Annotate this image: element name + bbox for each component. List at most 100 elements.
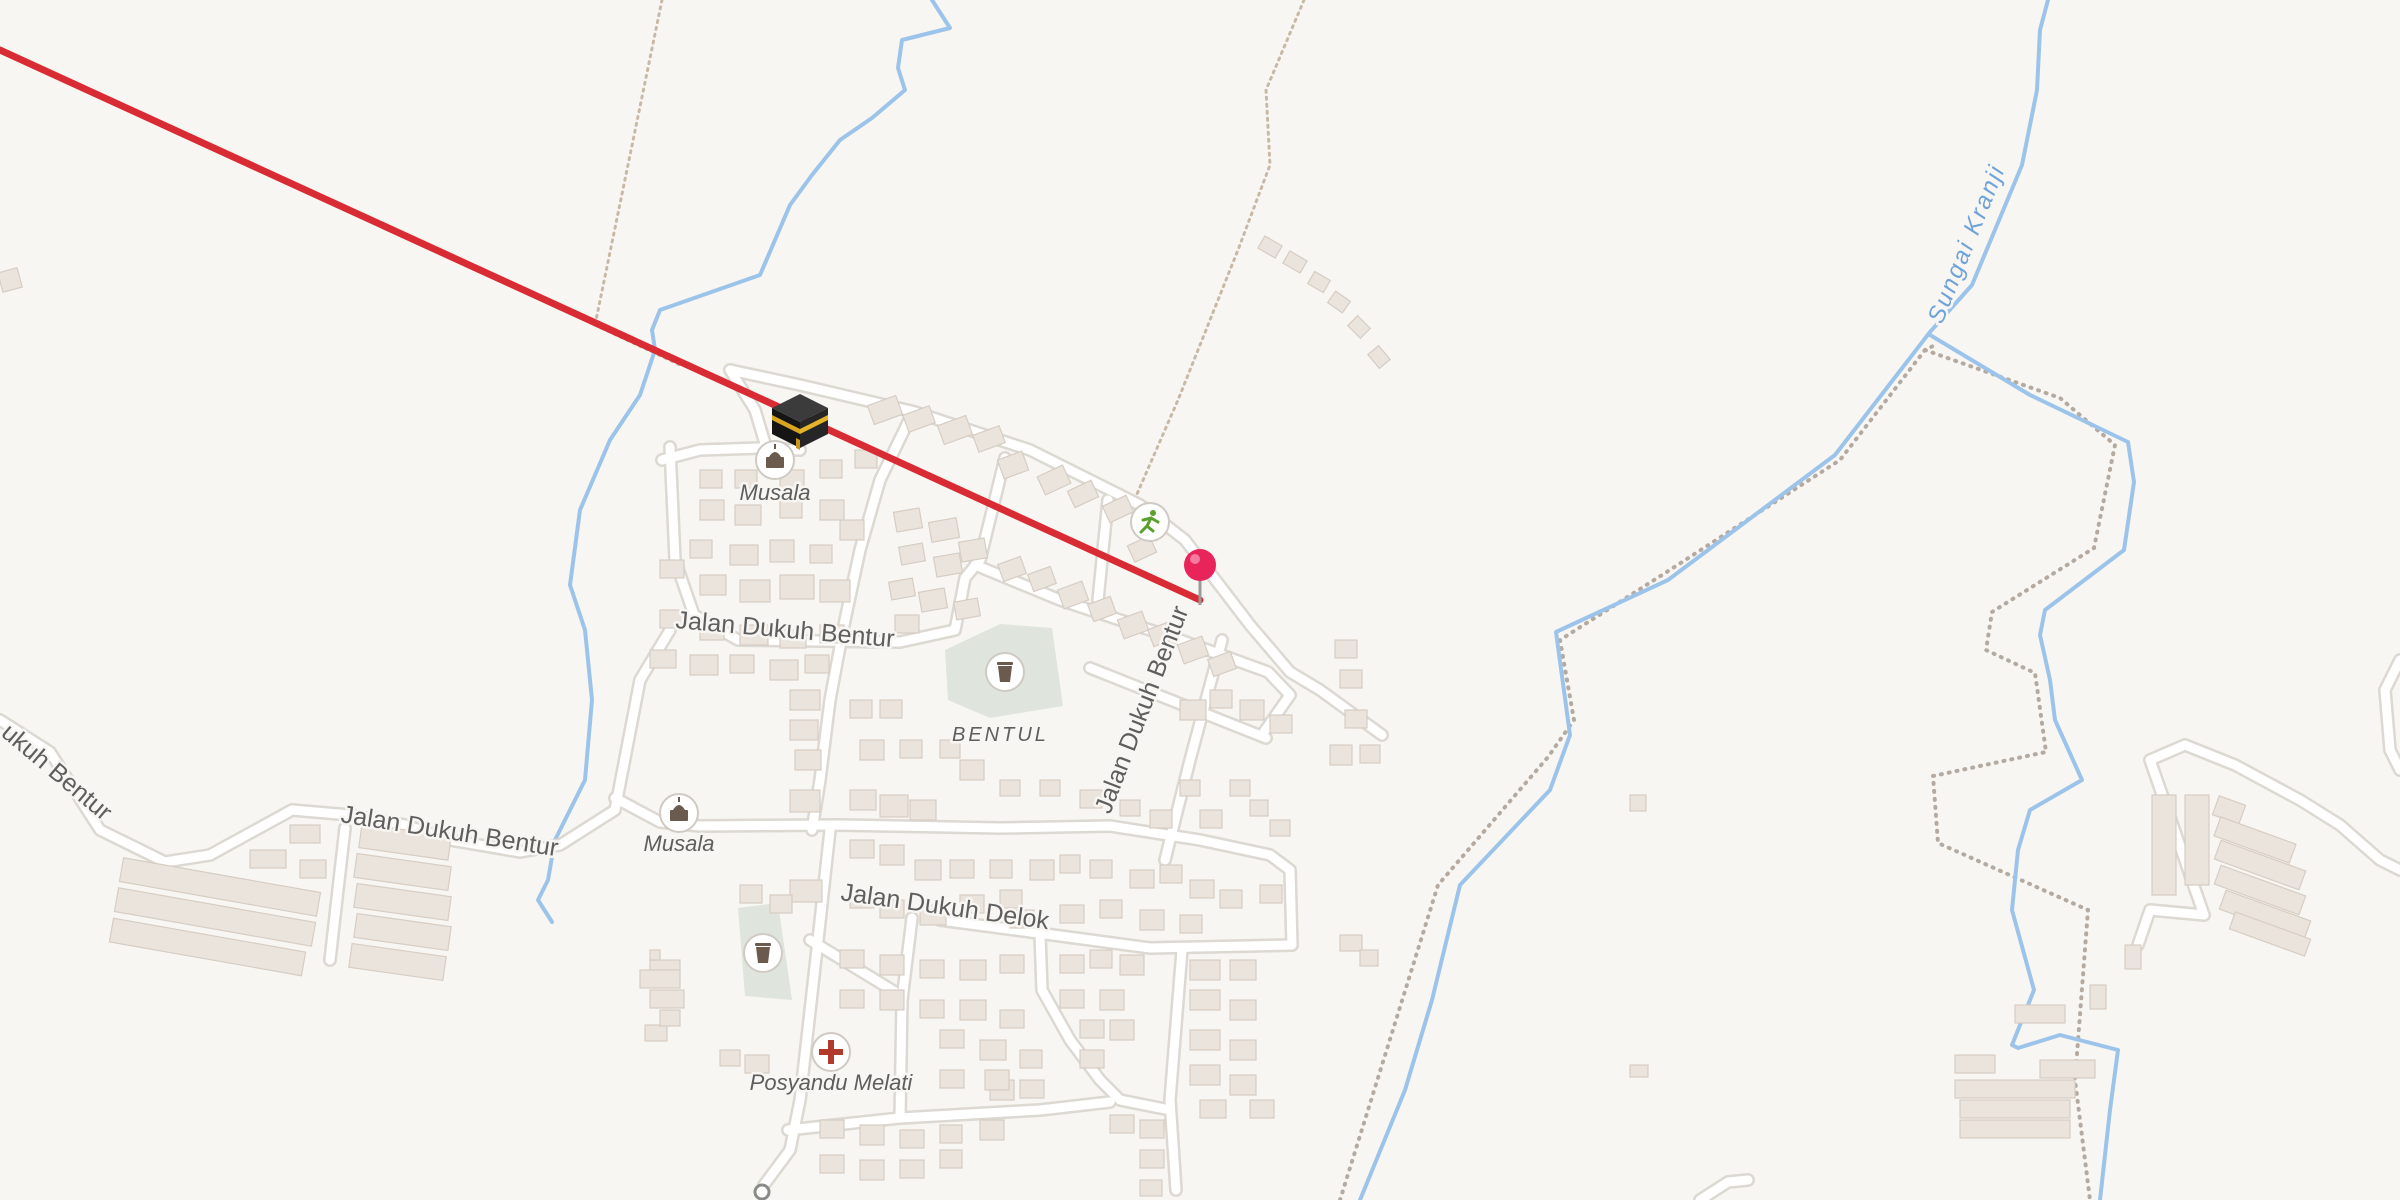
building [1229,959,1257,981]
building [1329,744,1353,766]
building [819,499,845,521]
building [949,859,975,879]
building [1059,954,1085,974]
building [1269,714,1293,734]
building [1089,859,1113,879]
building [959,759,985,781]
building [289,824,321,844]
building [1139,909,1165,931]
building [649,949,661,961]
building [1109,1019,1135,1041]
building [649,649,677,669]
building [939,1029,965,1049]
building [1249,1099,1275,1119]
building [859,739,885,761]
building [739,579,771,603]
building [887,577,917,601]
building [849,789,877,811]
poi-sports-pitch[interactable] [1130,502,1170,542]
building [1179,779,1201,797]
place-label-bentul: BENTUL [952,724,1049,746]
building [1189,989,1221,1011]
building [769,659,799,681]
building [689,654,719,676]
building [959,959,987,981]
poi-cemetery-1[interactable] [985,652,1025,692]
building [699,499,725,521]
building [1189,879,1215,899]
building [1239,699,1265,721]
building [639,969,681,989]
building [819,579,851,603]
poi-cemetery-2[interactable] [743,933,783,973]
building [699,574,727,596]
building [804,654,830,674]
building [1339,669,1363,689]
building [1629,794,1647,812]
building [927,517,961,543]
building [809,544,833,564]
building [984,1069,1010,1091]
building [839,519,865,541]
building [899,1129,925,1149]
building [1199,1099,1227,1119]
building [1229,1074,1257,1096]
building [1139,1119,1165,1139]
building [1189,1064,1221,1086]
building [1139,1179,1163,1197]
building [1119,799,1141,817]
map-canvas[interactable]: Jalan Dukuh Bentur Jalan Dukuh Bentur Ja… [0,0,2400,1200]
building [1059,989,1085,1009]
building [719,1049,741,1067]
building [999,954,1025,974]
building [1359,744,1381,764]
building [2124,944,2142,970]
building [1209,689,1233,709]
building [1954,1054,1996,1074]
building [979,1039,1007,1061]
building [1229,779,1251,797]
building [699,469,723,489]
building [1179,699,1207,721]
building [789,879,823,903]
building [1159,864,1183,884]
building [1229,999,1257,1021]
building [1019,1079,1045,1099]
building [1344,709,1368,729]
building [644,1024,668,1042]
building [1019,1049,1043,1069]
building [1179,914,1203,934]
building [892,507,924,533]
building [739,884,763,904]
building [2014,1004,2066,1024]
building [979,1119,1005,1141]
building [879,989,905,1011]
building [789,789,821,813]
building [1189,959,1221,981]
poi-label-musala-1: Musala [740,480,811,505]
building [1199,809,1223,829]
building [2089,984,2107,1010]
building [789,719,819,741]
building [769,539,795,563]
building [1029,859,1055,881]
building [1359,949,1379,967]
building [899,1159,925,1179]
building [1229,1039,1257,1061]
building [779,574,815,600]
building [1259,884,1283,904]
building [1959,1099,2071,1119]
building [932,552,964,578]
building [734,504,762,526]
building [819,459,843,479]
building [819,1119,845,1139]
building [939,1069,965,1089]
building [2039,1059,2096,1079]
building [1249,799,1269,817]
building [1119,954,1145,976]
building [2151,794,2177,896]
building [859,1159,885,1181]
building [849,699,873,719]
building [957,537,989,563]
building [952,597,982,621]
